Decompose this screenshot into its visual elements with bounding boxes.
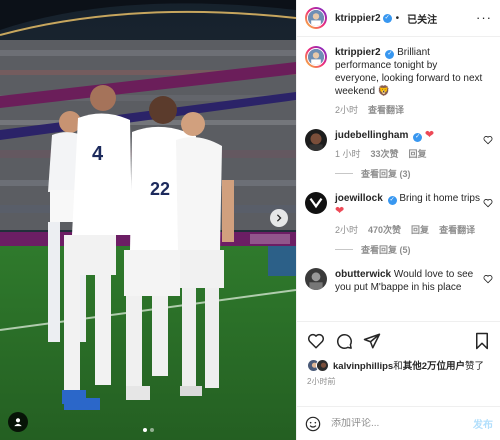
translate-button[interactable]: 查看翻译	[439, 224, 475, 237]
comment-item: joewillock ✓ Bring it home trips ❤ 2小时 4…	[305, 192, 493, 237]
bookmark-icon[interactable]	[473, 332, 491, 350]
svg-text:22: 22	[150, 179, 170, 199]
likes-text: kalvinphillips和其他2万位用户赞了	[333, 358, 484, 372]
heart-icon[interactable]	[483, 274, 493, 284]
comment-body: obutterwick Would love to see you put M'…	[335, 268, 493, 294]
share-icon[interactable]	[363, 332, 381, 350]
stadium-celebration-image: 4 22	[0, 0, 296, 440]
next-photo-button[interactable]	[270, 209, 288, 227]
caption: ktrippier2 ✓ Brilliant performance tonig…	[305, 46, 493, 117]
likes-summary[interactable]: kalvinphillips和其他2万位用户赞了	[307, 358, 491, 372]
translate-button[interactable]: 查看翻译	[368, 104, 404, 117]
more-icon[interactable]: ···	[476, 11, 492, 24]
heart-icon[interactable]	[307, 332, 325, 350]
likes-others[interactable]: 其他2万位用户	[403, 361, 465, 372]
caption-username[interactable]: ktrippier2	[335, 47, 381, 58]
post-header: ktrippier2 ✓ • 已关注 ···	[297, 0, 500, 37]
emoji-icon[interactable]	[305, 416, 321, 432]
caption-body: ktrippier2 ✓ Brilliant performance tonig…	[335, 46, 493, 117]
comment-time: 1 小时	[335, 149, 361, 159]
verified-icon: ✓	[413, 133, 423, 142]
avatar[interactable]	[305, 192, 327, 214]
view-replies-button[interactable]: 查看回复 (5)	[335, 243, 493, 256]
verified-icon: ✓	[387, 196, 397, 205]
comment-body: joewillock ✓ Bring it home trips ❤ 2小时 4…	[335, 192, 493, 237]
comment-likes[interactable]: 470次赞	[368, 224, 401, 237]
post-comment-button[interactable]: 发布	[473, 416, 493, 431]
comment-time: 2小时	[335, 225, 359, 235]
user-tag-icon	[14, 418, 22, 427]
view-replies-label: 查看回复 (3)	[361, 169, 411, 179]
following-button[interactable]: 已关注	[407, 11, 437, 26]
lion-emoji: 🦁	[377, 86, 391, 97]
comment-username[interactable]: joewillock	[335, 193, 383, 204]
svg-text:4: 4	[92, 143, 104, 165]
reply-button[interactable]: 回复	[411, 224, 429, 237]
comment-meta: 1 小时 33次赞 回复	[335, 148, 483, 161]
carousel-dot-active	[142, 428, 147, 432]
verified-icon: ✓	[385, 50, 395, 59]
heart-icon[interactable]	[483, 198, 493, 208]
verified-icon: ✓	[382, 13, 392, 23]
comment-likes[interactable]: 33次赞	[371, 148, 399, 161]
comment-body: judebellingham ✓ ❤ 1 小时 33次赞 回复	[335, 129, 493, 161]
caption-meta: 2小时 查看翻译	[335, 104, 483, 117]
likes-mid: 和	[393, 361, 403, 372]
reply-button[interactable]: 回复	[409, 148, 427, 161]
avatar[interactable]	[305, 129, 327, 151]
divider	[335, 249, 353, 250]
red-heart-emoji: ❤	[335, 205, 345, 217]
post-photo[interactable]: 4 22	[0, 0, 296, 440]
comment-username[interactable]: obutterwick	[335, 269, 391, 280]
avatar[interactable]	[305, 268, 327, 290]
comment-text: Bring it home trips	[399, 193, 480, 204]
header-separator: •	[395, 12, 400, 24]
post-actions: kalvinphillips和其他2万位用户赞了 2小时前	[297, 321, 500, 387]
comment-username[interactable]: judebellingham	[335, 130, 408, 141]
caption-time: 2小时	[335, 105, 359, 115]
view-replies-label: 查看回复 (5)	[361, 245, 411, 255]
red-heart-emoji: ❤	[424, 129, 435, 141]
likes-user[interactable]: kalvinphillips	[333, 361, 393, 372]
heart-icon[interactable]	[483, 135, 493, 145]
comment-item: judebellingham ✓ ❤ 1 小时 33次赞 回复	[305, 129, 493, 161]
divider	[335, 173, 353, 174]
comment-item: obutterwick Would love to see you put M'…	[305, 268, 493, 294]
likes-tail: 赞了	[465, 361, 485, 372]
action-row	[307, 330, 491, 352]
chevron-right-icon	[276, 214, 282, 222]
add-comment-bar: 发布	[297, 406, 500, 440]
comment-icon[interactable]	[335, 332, 353, 350]
carousel-dot	[149, 428, 154, 432]
post-side-panel: ktrippier2 ✓ • 已关注 ··· ktrippier2 ✓ Bril…	[296, 0, 500, 440]
carousel-dots	[0, 428, 296, 432]
header-username[interactable]: ktrippier2	[335, 13, 381, 24]
view-replies-button[interactable]: 查看回复 (3)	[335, 167, 493, 180]
comments-list[interactable]: ktrippier2 ✓ Brilliant performance tonig…	[297, 38, 500, 320]
avatar	[316, 358, 329, 372]
post-timestamp: 2小时前	[307, 377, 336, 386]
avatar[interactable]	[305, 46, 327, 68]
comment-meta: 2小时 470次赞 回复 查看翻译	[335, 224, 483, 237]
comment-input[interactable]	[331, 418, 473, 429]
avatar[interactable]	[305, 7, 327, 29]
